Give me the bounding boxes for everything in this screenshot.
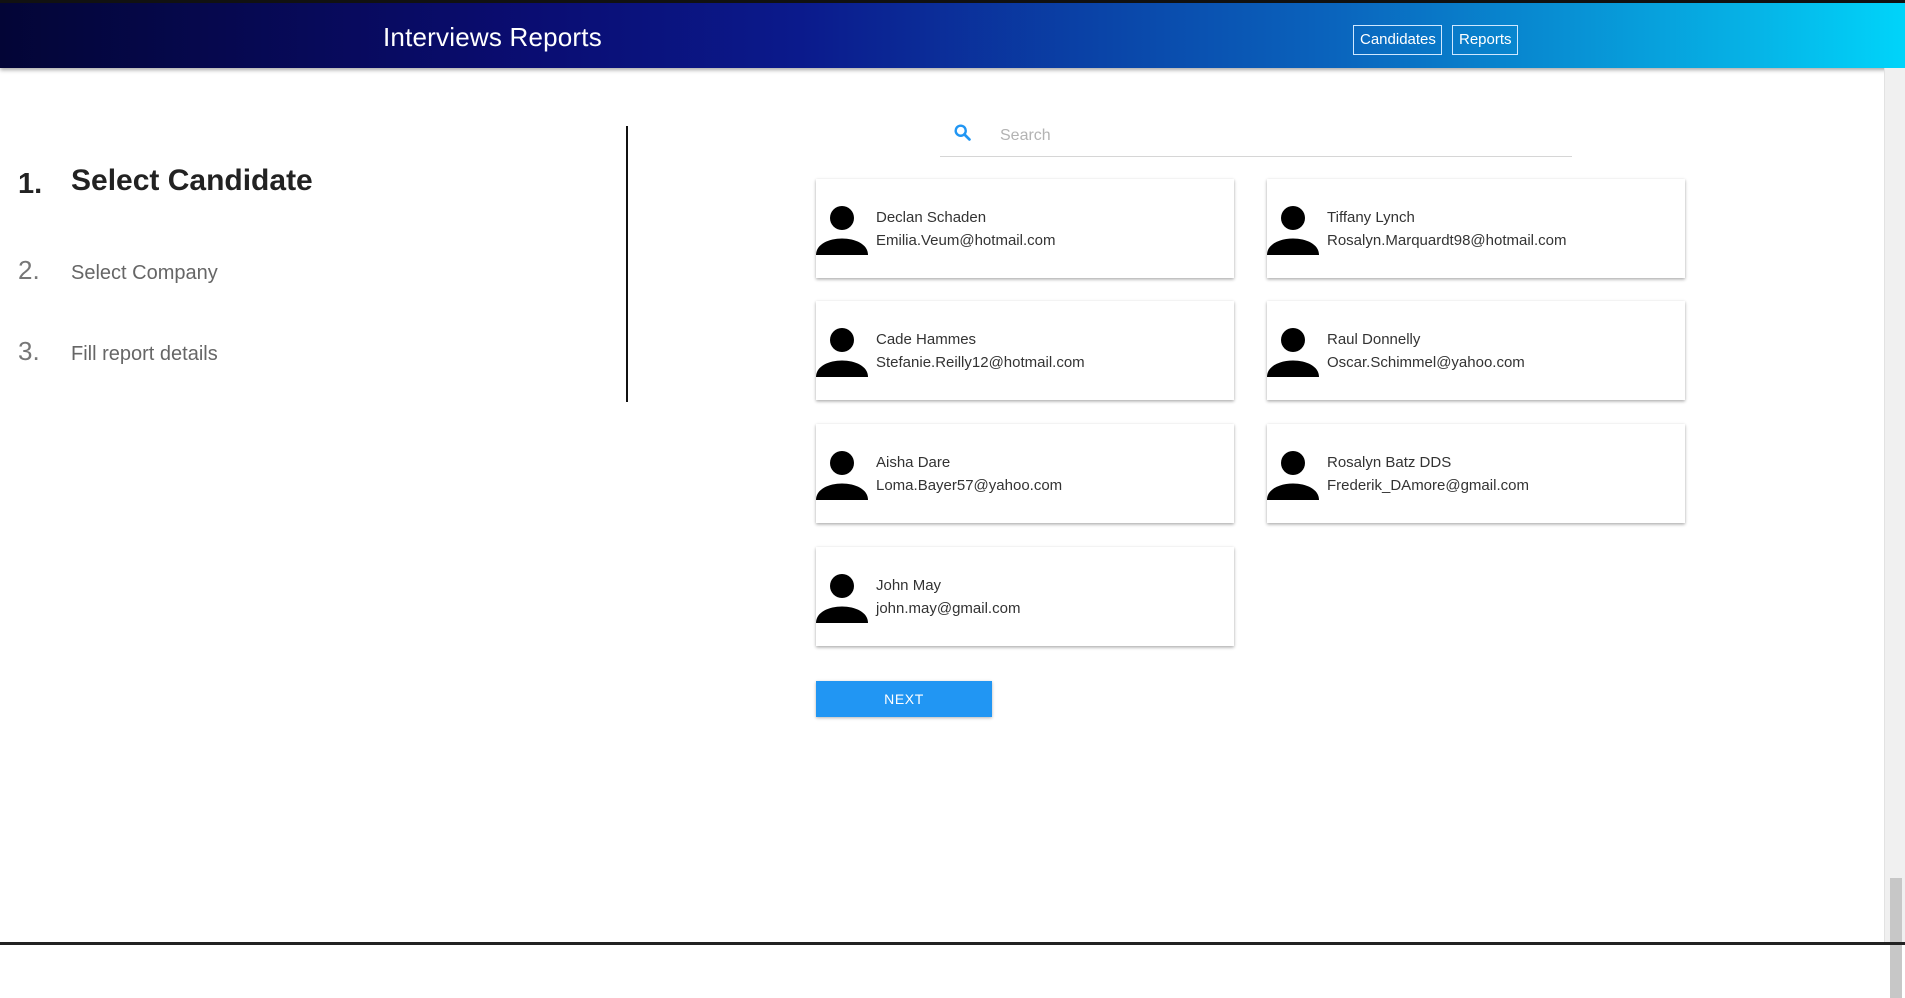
candidate-name: Rosalyn Batz DDS: [1327, 454, 1452, 471]
candidate-email: Stefanie.Reilly12@hotmail.com: [876, 354, 1085, 371]
candidate-email: Oscar.Schimmel@yahoo.com: [1327, 354, 1525, 371]
search-input[interactable]: [998, 123, 1562, 149]
candidate-name: Tiffany Lynch: [1327, 209, 1415, 226]
candidate-email: Rosalyn.Marquardt98@hotmail.com: [1327, 232, 1567, 249]
candidate-card[interactable]: Aisha Dare Loma.Bayer57@yahoo.com: [816, 424, 1234, 523]
nav-reports-button[interactable]: Reports: [1452, 25, 1518, 55]
step-number: 3.: [18, 336, 40, 366]
next-button[interactable]: NEXT: [816, 681, 992, 717]
search-icon: [954, 124, 971, 141]
candidate-name: Raul Donnelly: [1327, 331, 1421, 348]
candidate-card[interactable]: John May john.may@gmail.com: [816, 547, 1234, 646]
candidate-name: Aisha Dare: [876, 454, 951, 471]
candidate-card[interactable]: Cade Hammes Stefanie.Reilly12@hotmail.co…: [816, 301, 1234, 400]
person-avatar-icon: [816, 206, 868, 255]
scrollbar-thumb[interactable]: [1890, 878, 1902, 998]
step-number: 1.: [18, 168, 43, 200]
candidate-email: john.may@gmail.com: [876, 600, 1021, 617]
app-title: Interviews Reports: [383, 22, 602, 52]
page-scrollbar[interactable]: [1884, 68, 1905, 998]
candidate-email: Loma.Bayer57@yahoo.com: [876, 477, 1063, 494]
person-avatar-icon: [816, 451, 868, 500]
candidate-card[interactable]: Tiffany Lynch Rosalyn.Marquardt98@hotmai…: [1267, 179, 1685, 278]
person-avatar-icon: [816, 328, 868, 377]
search-bar: [940, 116, 1572, 157]
nav-candidates-button[interactable]: Candidates: [1353, 25, 1442, 55]
person-avatar-icon: [1267, 206, 1319, 255]
stepper-divider: [626, 126, 628, 402]
person-avatar-icon: [816, 574, 868, 623]
step-number: 2.: [18, 255, 40, 285]
step-label: Select Company: [71, 262, 218, 284]
candidate-email: Emilia.Veum@hotmail.com: [876, 232, 1056, 249]
step-label: Fill report details: [71, 343, 218, 365]
candidate-email: Frederik_DAmore@gmail.com: [1327, 477, 1529, 494]
candidate-name: Cade Hammes: [876, 331, 977, 348]
candidate-card[interactable]: Rosalyn Batz DDS Frederik_DAmore@gmail.c…: [1267, 424, 1685, 523]
candidate-name: Declan Schaden: [876, 209, 987, 226]
app-header: Interviews Reports Candidates Reports: [0, 0, 1905, 68]
person-avatar-icon: [1267, 451, 1319, 500]
candidate-card[interactable]: Raul Donnelly Oscar.Schimmel@yahoo.com: [1267, 301, 1685, 400]
candidate-card[interactable]: Declan Schaden Emilia.Veum@hotmail.com: [816, 179, 1234, 278]
step-label: Select Candidate: [71, 164, 313, 197]
candidate-name: John May: [876, 577, 942, 594]
person-avatar-icon: [1267, 328, 1319, 377]
